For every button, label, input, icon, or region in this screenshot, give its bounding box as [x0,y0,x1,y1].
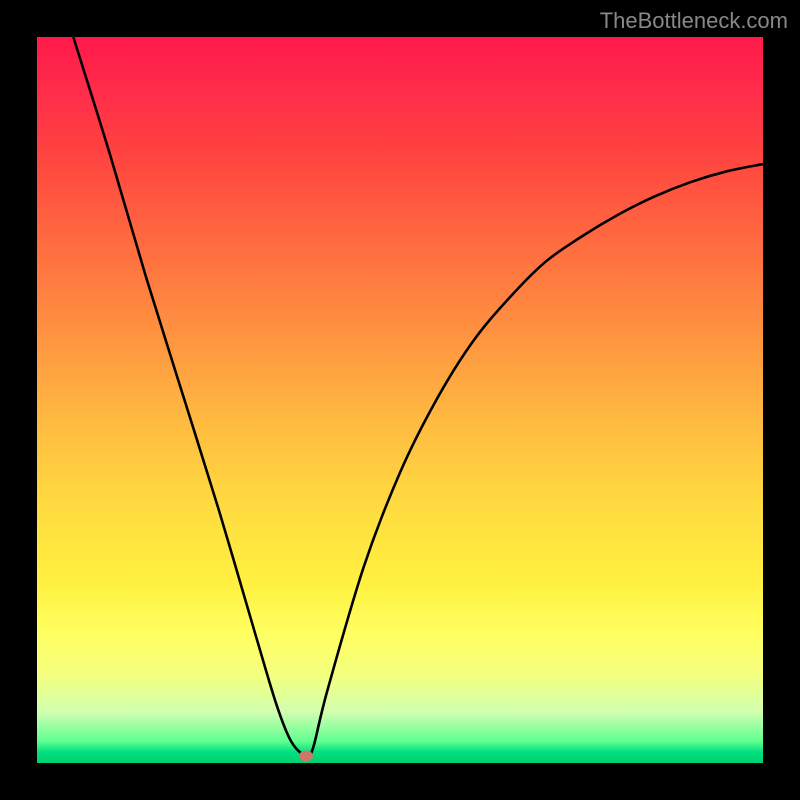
plot-area [37,37,763,763]
chart-container: TheBottleneck.com [0,0,800,800]
curve-svg [37,37,763,763]
minimum-marker [299,750,313,761]
attribution-label: TheBottleneck.com [600,8,788,34]
bottleneck-curve [73,37,763,757]
